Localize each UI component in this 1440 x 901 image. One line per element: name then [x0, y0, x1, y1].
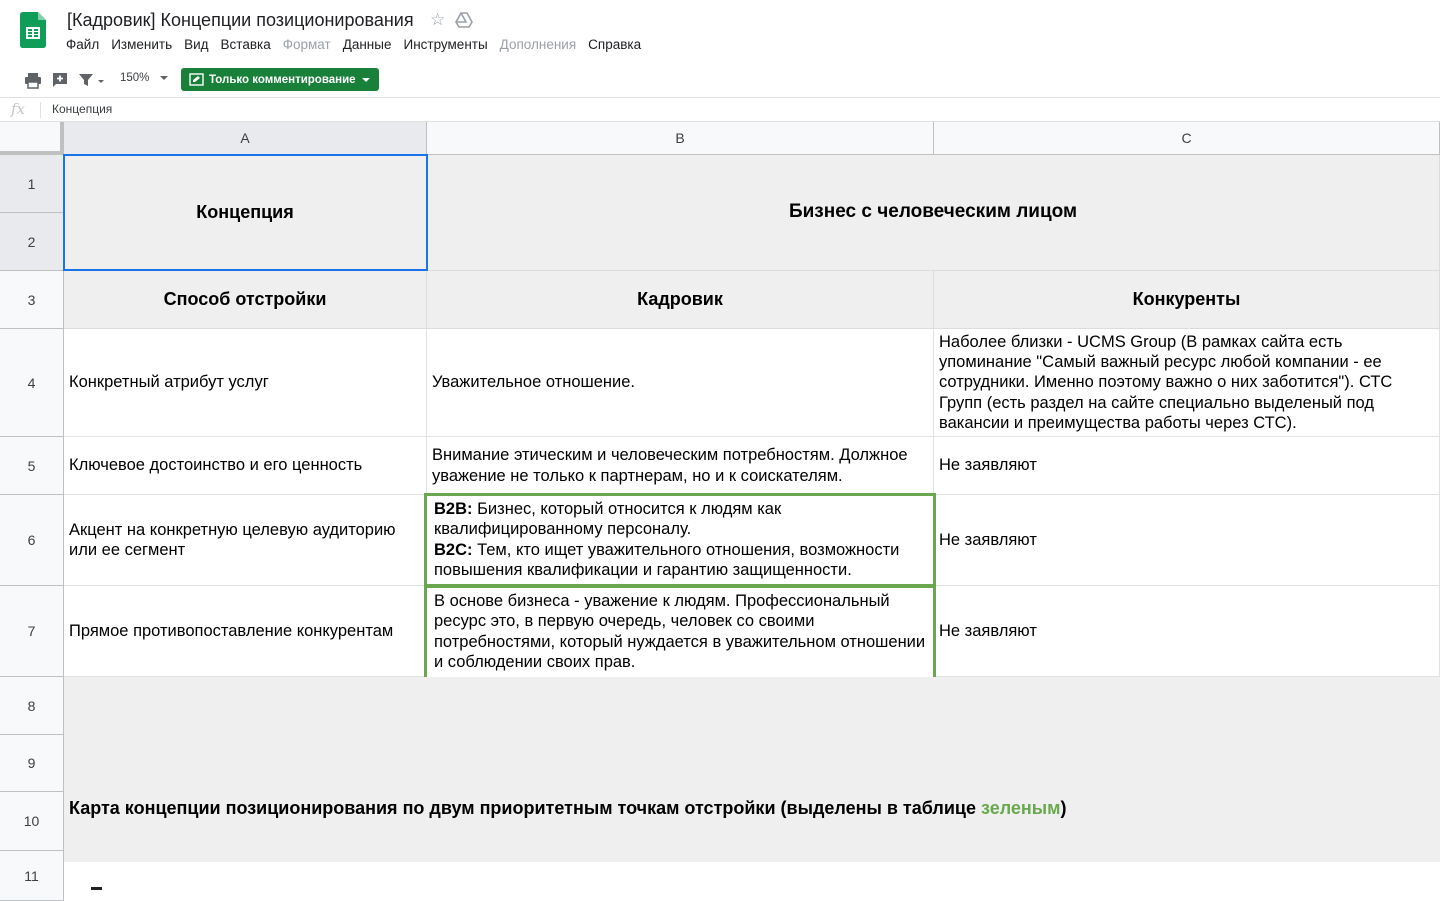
- cell-c3[interactable]: Конкуренты: [934, 271, 1440, 329]
- print-icon[interactable]: [24, 71, 42, 89]
- cell-a1-text: Концепция: [196, 202, 294, 223]
- chevron-down-icon: [362, 78, 370, 82]
- sheets-logo-icon[interactable]: [20, 12, 46, 48]
- cell-a5[interactable]: Ключевое достоинство и его ценность: [64, 437, 427, 495]
- formula-input[interactable]: Концепция: [52, 102, 112, 116]
- cell-b4-text: Уважительное отношение.: [432, 373, 636, 392]
- embedded-image[interactable]: [64, 862, 1204, 901]
- cell-c6[interactable]: Не заявляют: [934, 495, 1440, 586]
- formula-divider: [40, 102, 41, 118]
- row-header-7[interactable]: 7: [0, 586, 64, 677]
- row-header-10[interactable]: 10: [0, 792, 64, 851]
- document-title[interactable]: [Кадровик] Концепции позиционирования: [67, 10, 414, 31]
- image-fragment: [91, 887, 102, 890]
- filter-icon[interactable]: [78, 71, 106, 89]
- cell-b3-text: Кадровик: [637, 289, 723, 310]
- cell-c5[interactable]: Не заявляют: [934, 437, 1440, 495]
- cell-c7-text: Не заявляют: [939, 621, 1037, 640]
- column-header-a[interactable]: A: [64, 122, 427, 155]
- row-header-4[interactable]: 4: [0, 329, 64, 437]
- row-header-1[interactable]: 1: [0, 155, 64, 213]
- cell-a6-text: Акцент на конкретную целевую аудиторию и…: [69, 520, 396, 559]
- row-header-8[interactable]: 8: [0, 677, 64, 735]
- column-header-c[interactable]: C: [934, 122, 1440, 155]
- cell-a8-merged[interactable]: [64, 677, 1440, 792]
- cell-a7[interactable]: Прямое противопоставление конкурентам: [64, 586, 427, 677]
- cell-b7-highlighted[interactable]: В основе бизнеса - уважение к людям. Про…: [424, 585, 936, 680]
- cell-a7-text: Прямое противопоставление конкурентам: [69, 621, 394, 640]
- menu-tools[interactable]: Инструменты: [397, 37, 493, 52]
- cell-c4[interactable]: Наболее близки - UCMS Group (В рамках са…: [934, 329, 1440, 437]
- cell-a4-text: Конкретный атрибут услуг: [69, 373, 269, 392]
- b2c-label: B2C:: [434, 540, 473, 559]
- row-header-3[interactable]: 3: [0, 271, 64, 329]
- cell-a10-caption[interactable]: Карта концепции позиционирования по двум…: [64, 792, 1440, 862]
- star-icon[interactable]: ☆: [430, 10, 445, 30]
- menu-data[interactable]: Данные: [337, 37, 398, 52]
- move-to-drive-icon[interactable]: [455, 12, 473, 28]
- menu-format[interactable]: Формат: [277, 37, 337, 52]
- b2c-text: Тем, кто ищет уважительного отношения, в…: [434, 540, 900, 579]
- column-header-b[interactable]: B: [427, 122, 934, 155]
- cell-c5-text: Не заявляют: [939, 456, 1037, 475]
- cell-b6-highlighted[interactable]: B2B: Бизнес, который относится к людям к…: [424, 493, 936, 587]
- cell-b5-text: Внимание этическим и человеческим потреб…: [432, 446, 908, 485]
- cell-a5-text: Ключевое достоинство и его ценность: [69, 456, 363, 475]
- row-header-9[interactable]: 9: [0, 735, 64, 792]
- commenting-mode-label: Только комментирование: [209, 73, 356, 86]
- cell-b7-text: В основе бизнеса - уважение к людям. Про…: [434, 592, 926, 671]
- toolbar: 150% Только комментирование: [0, 62, 1440, 98]
- menu-help[interactable]: Справка: [582, 37, 647, 52]
- zoom-select[interactable]: 150%: [120, 72, 149, 84]
- cell-a1-merged[interactable]: Концепция: [64, 155, 427, 271]
- cell-a3-text: Способ отстройки: [163, 289, 327, 310]
- zoom-caret-icon[interactable]: [160, 76, 168, 80]
- select-all-corner[interactable]: [0, 122, 64, 155]
- row-header-6[interactable]: 6: [0, 495, 64, 586]
- title-bar: [Кадровик] Концепции позиционирования ☆ …: [0, 0, 1440, 62]
- cell-c4-text: Наболее близки - UCMS Group (В рамках са…: [939, 332, 1393, 432]
- cell-a3[interactable]: Способ отстройки: [64, 271, 427, 329]
- edit-mode-icon: [189, 73, 204, 86]
- caption-text: Карта концепции позиционирования по двум…: [69, 798, 981, 818]
- commenting-mode-button[interactable]: Только комментирование: [181, 68, 379, 91]
- cell-b4[interactable]: Уважительное отношение.: [427, 329, 934, 437]
- b2b-label: B2B:: [434, 500, 473, 518]
- menu-file[interactable]: Файл: [60, 37, 105, 52]
- add-comment-icon[interactable]: [51, 71, 69, 89]
- cell-a4[interactable]: Конкретный атрибут услуг: [64, 329, 427, 437]
- menu-insert[interactable]: Вставка: [215, 37, 277, 52]
- cell-c7[interactable]: Не заявляют: [934, 586, 1440, 677]
- cell-b1-merged[interactable]: Бизнес с человеческим лицом: [427, 155, 1440, 271]
- caption-close: ): [1060, 798, 1067, 818]
- spreadsheet-grid: A B C 1 2 3 4 5 6 7 8 9 10 11 Концепция …: [0, 122, 1440, 901]
- caption-green-word: зеленым: [980, 798, 1061, 818]
- b2b-text: Бизнес, который относится к людям как кв…: [434, 500, 782, 539]
- formula-bar: fx Концепция: [0, 98, 1440, 122]
- cell-c6-text: Не заявляют: [939, 530, 1037, 549]
- menu-view[interactable]: Вид: [178, 37, 214, 52]
- menu-bar: Файл Изменить Вид Вставка Формат Данные …: [60, 37, 647, 52]
- menu-addons[interactable]: Дополнения: [494, 37, 582, 52]
- row-header-2[interactable]: 2: [0, 213, 64, 271]
- menu-edit[interactable]: Изменить: [105, 37, 178, 52]
- cell-a6[interactable]: Акцент на конкретную целевую аудиторию и…: [64, 495, 427, 586]
- row-header-11[interactable]: 11: [0, 851, 64, 901]
- cell-b5[interactable]: Внимание этическим и человеческим потреб…: [427, 437, 934, 495]
- cell-c3-text: Конкуренты: [1132, 289, 1241, 310]
- fx-icon: fx: [11, 100, 26, 118]
- cell-b1-text: Бизнес с человеческим лицом: [788, 201, 1078, 223]
- row-header-5[interactable]: 5: [0, 437, 64, 495]
- cell-b3[interactable]: Кадровик: [427, 271, 934, 329]
